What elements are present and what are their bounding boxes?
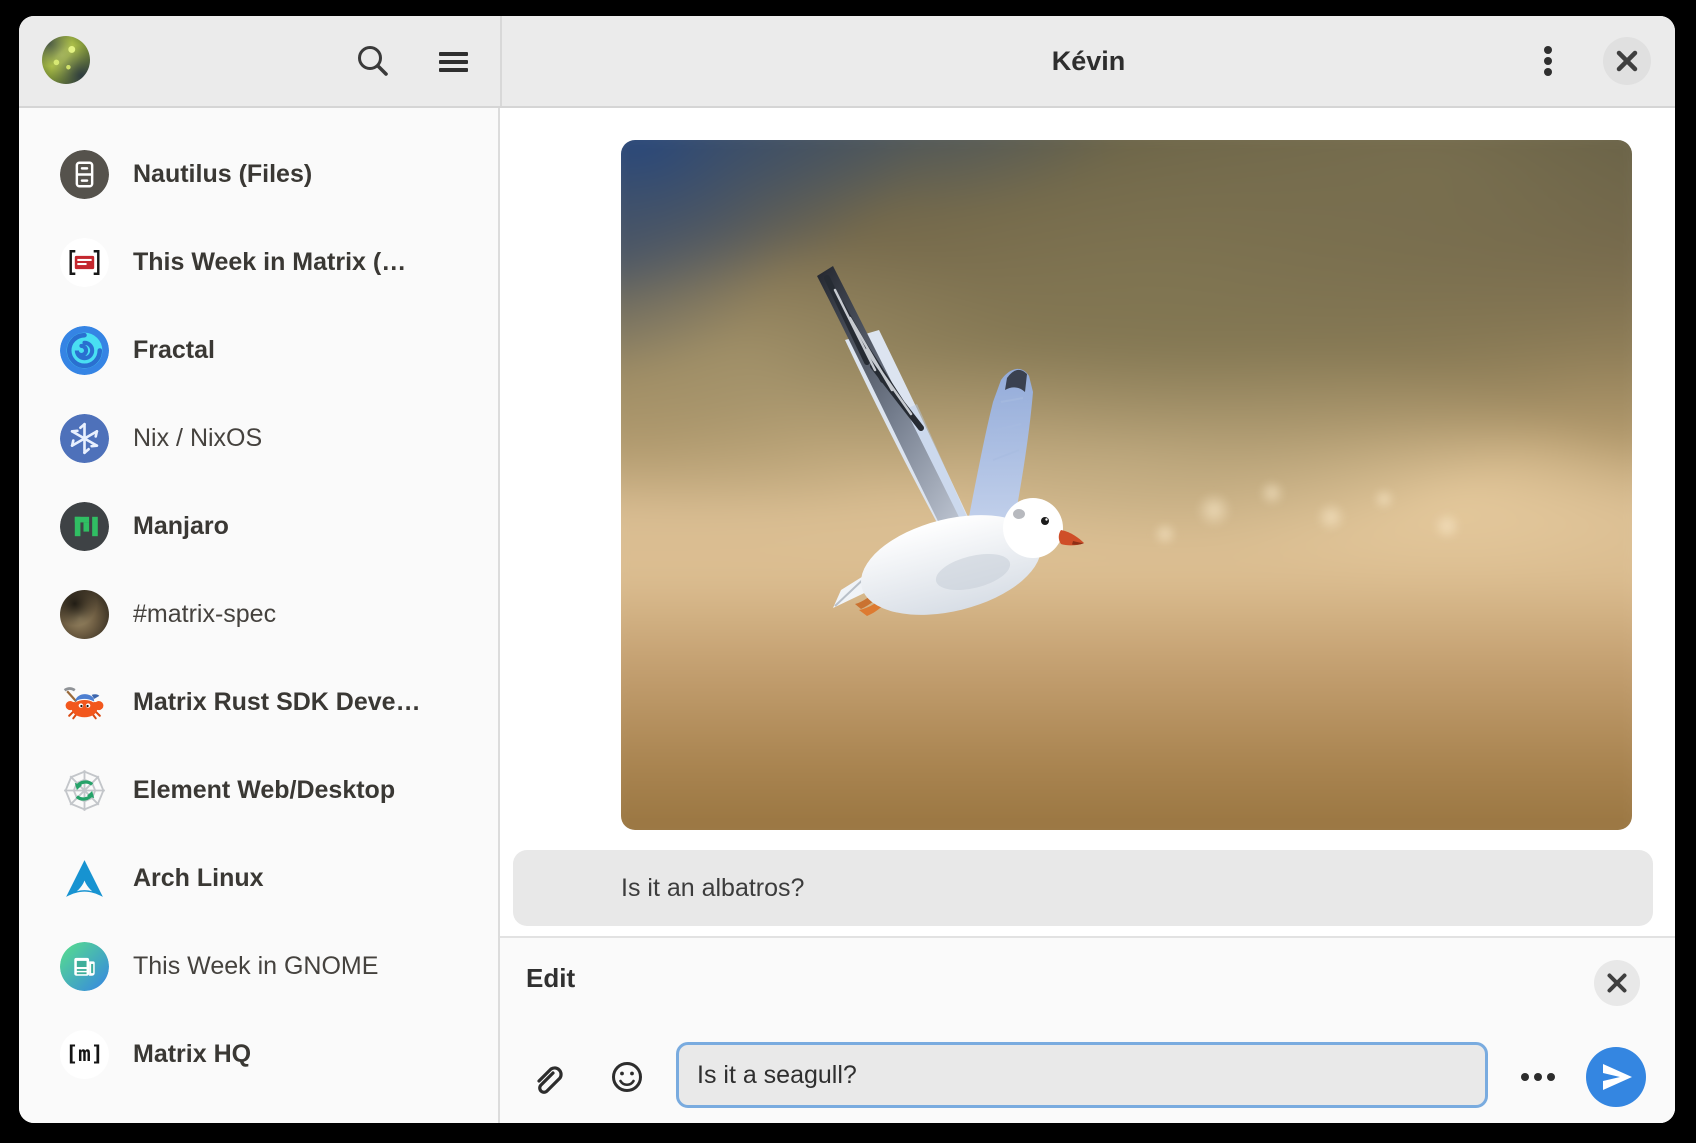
window-body: Nautilus (Files) This Week in Mat bbox=[19, 108, 1675, 1123]
send-button[interactable] bbox=[1586, 1047, 1646, 1107]
room-name: Arch Linux bbox=[133, 864, 264, 893]
room-name: This Week in GNOME bbox=[133, 952, 378, 981]
chat-pane: Is it an albatros? Edit bbox=[500, 108, 1675, 1123]
attach-file-button[interactable] bbox=[527, 1057, 567, 1097]
sidebar-item-twim[interactable]: This Week in Matrix (… bbox=[19, 218, 498, 306]
room-name: Fractal bbox=[133, 336, 215, 365]
main-menu-button[interactable] bbox=[434, 43, 472, 81]
room-avatar-element bbox=[60, 766, 109, 815]
arch-linux-logo-icon bbox=[60, 854, 109, 903]
sidebar-item-rust-sdk[interactable]: Matrix Rust SDK Deve… bbox=[19, 658, 498, 746]
hamburger-menu-icon bbox=[439, 52, 468, 56]
room-avatar-nautilus bbox=[60, 150, 109, 199]
sidebar-item-manjaro[interactable]: Manjaro bbox=[19, 482, 498, 570]
manjaro-logo-icon bbox=[60, 502, 109, 551]
paperclip-icon bbox=[527, 1057, 567, 1097]
room-avatar-arch bbox=[60, 854, 109, 903]
room-avatar-nixos bbox=[60, 414, 109, 463]
web-sync-icon bbox=[60, 766, 109, 815]
message-text: Is it an albatros? bbox=[621, 874, 804, 903]
message-edit-input[interactable] bbox=[676, 1042, 1488, 1108]
room-avatar-matrix-hq: [m] bbox=[60, 1030, 109, 1079]
ferris-crab-icon bbox=[60, 678, 109, 727]
room-avatar-twim bbox=[60, 238, 109, 287]
titlebar-sidebar-section bbox=[19, 16, 502, 106]
newspaper-icon bbox=[60, 942, 109, 991]
seagull-illustration bbox=[621, 140, 1632, 830]
room-avatar-twig bbox=[60, 942, 109, 991]
room-avatar-manjaro bbox=[60, 502, 109, 551]
matrix-logo-glyph: [m] bbox=[66, 1042, 104, 1066]
screen: Kévin bbox=[0, 0, 1696, 1143]
more-options-button[interactable] bbox=[1513, 1057, 1563, 1097]
search-icon bbox=[351, 39, 395, 83]
ellipsis-icon bbox=[1513, 1057, 1563, 1097]
twim-logo-icon bbox=[60, 238, 109, 287]
cancel-edit-button[interactable] bbox=[1594, 960, 1640, 1006]
room-avatar-rust-sdk bbox=[60, 678, 109, 727]
room-name: Matrix Rust SDK Deve… bbox=[133, 688, 421, 717]
room-name: Nautilus (Files) bbox=[133, 160, 312, 189]
kebab-menu-icon bbox=[1526, 39, 1570, 83]
chat-title: Kévin bbox=[502, 16, 1675, 106]
smiley-icon bbox=[607, 1057, 647, 1097]
sidebar-item-arch[interactable]: Arch Linux bbox=[19, 834, 498, 922]
fractal-spiral-icon bbox=[60, 326, 109, 375]
snowflake-icon bbox=[60, 414, 109, 463]
room-name: Nix / NixOS bbox=[133, 424, 262, 453]
close-icon bbox=[1603, 37, 1651, 85]
account-avatar[interactable] bbox=[42, 36, 90, 84]
sidebar-item-matrix-spec[interactable]: #matrix-spec bbox=[19, 570, 498, 658]
composer-area: Edit bbox=[500, 938, 1675, 1123]
room-name: Manjaro bbox=[133, 512, 229, 541]
message-image[interactable] bbox=[621, 140, 1632, 830]
sidebar-item-nautilus[interactable]: Nautilus (Files) bbox=[19, 130, 498, 218]
room-name: This Week in Matrix (… bbox=[133, 248, 406, 277]
room-name: #matrix-spec bbox=[133, 600, 276, 629]
sidebar-item-fractal[interactable]: Fractal bbox=[19, 306, 498, 394]
room-avatar-matrix-spec bbox=[60, 590, 109, 639]
room-list-sidebar: Nautilus (Files) This Week in Mat bbox=[19, 108, 500, 1123]
sidebar-item-element[interactable]: Element Web/Desktop bbox=[19, 746, 498, 834]
send-icon bbox=[1586, 1047, 1646, 1107]
emoji-button[interactable] bbox=[607, 1057, 647, 1097]
message-bubble[interactable]: Is it an albatros? bbox=[513, 850, 1653, 926]
room-name: Element Web/Desktop bbox=[133, 776, 395, 805]
sidebar-item-matrix-hq[interactable]: [m] Matrix HQ bbox=[19, 1010, 498, 1098]
sidebar-item-twig[interactable]: This Week in GNOME bbox=[19, 922, 498, 1010]
titlebar: Kévin bbox=[19, 16, 1675, 108]
edit-mode-label: Edit bbox=[526, 963, 575, 994]
search-button[interactable] bbox=[351, 39, 395, 83]
sidebar-item-nixos[interactable]: Nix / NixOS bbox=[19, 394, 498, 482]
app-window: Kévin bbox=[19, 16, 1675, 1123]
room-avatar-fractal bbox=[60, 326, 109, 375]
close-icon bbox=[1594, 960, 1640, 1006]
window-close-button[interactable] bbox=[1603, 37, 1651, 85]
titlebar-chat-section: Kévin bbox=[502, 16, 1675, 106]
room-name: Matrix HQ bbox=[133, 1040, 251, 1069]
file-cabinet-icon bbox=[60, 150, 109, 199]
room-menu-button[interactable] bbox=[1526, 39, 1570, 83]
